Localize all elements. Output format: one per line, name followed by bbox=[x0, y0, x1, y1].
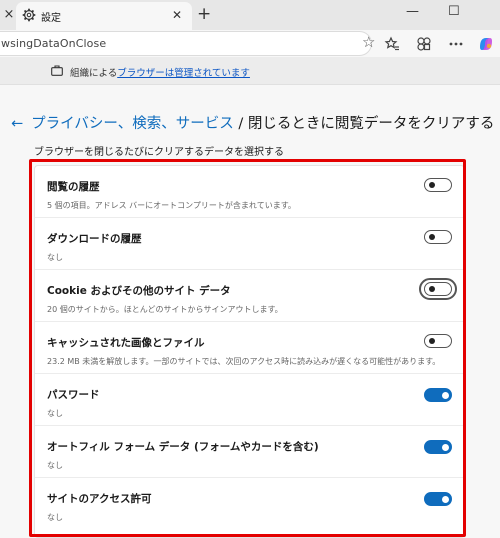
maximize-button[interactable]: ☐ bbox=[448, 4, 460, 19]
red-highlight-box bbox=[29, 159, 466, 537]
copilot-icon[interactable] bbox=[477, 35, 495, 53]
breadcrumb-separator: / bbox=[233, 116, 248, 132]
managed-prefix: 組織による bbox=[70, 68, 118, 79]
briefcase-icon bbox=[51, 65, 63, 76]
favorites-icon[interactable] bbox=[383, 35, 401, 53]
address-text: wsingDataOnClose bbox=[1, 37, 107, 50]
tab-settings[interactable]: 設定 ✕ bbox=[16, 2, 192, 30]
managed-link[interactable]: ブラウザーは管理されています bbox=[117, 68, 250, 79]
tab-strip: × 設定 ✕ + — ☐ bbox=[0, 0, 500, 30]
gear-icon bbox=[22, 8, 36, 22]
new-tab-button[interactable]: + bbox=[197, 5, 211, 23]
tab-close-button[interactable]: ✕ bbox=[172, 8, 182, 22]
tab-title: 設定 bbox=[41, 13, 61, 24]
back-arrow-icon[interactable]: ← bbox=[11, 116, 23, 132]
page-title: 閉じるときに閲覧データをクリアする bbox=[247, 116, 495, 132]
extensions-icon[interactable] bbox=[415, 35, 433, 53]
managed-by-organization-bar: 組織によるブラウザーは管理されています bbox=[0, 57, 500, 85]
breadcrumb-link-privacy[interactable]: プライバシー、検索、サービス bbox=[31, 116, 234, 132]
previous-tab-close-button[interactable]: × bbox=[2, 7, 16, 23]
browser-toolbar: wsingDataOnClose ☆ bbox=[0, 30, 500, 57]
managed-text: 組織によるブラウザーは管理されています bbox=[70, 65, 250, 79]
star-icon[interactable]: ☆ bbox=[362, 34, 375, 50]
section-subtitle: ブラウザーを閉じるたびにクリアするデータを選択する bbox=[34, 147, 284, 158]
address-bar[interactable]: wsingDataOnClose bbox=[0, 31, 372, 56]
minimize-button[interactable]: — bbox=[406, 4, 419, 19]
breadcrumb: ← プライバシー、検索、サービス / 閉じるときに閲覧データをクリアする bbox=[11, 112, 494, 133]
more-icon[interactable] bbox=[447, 35, 465, 53]
